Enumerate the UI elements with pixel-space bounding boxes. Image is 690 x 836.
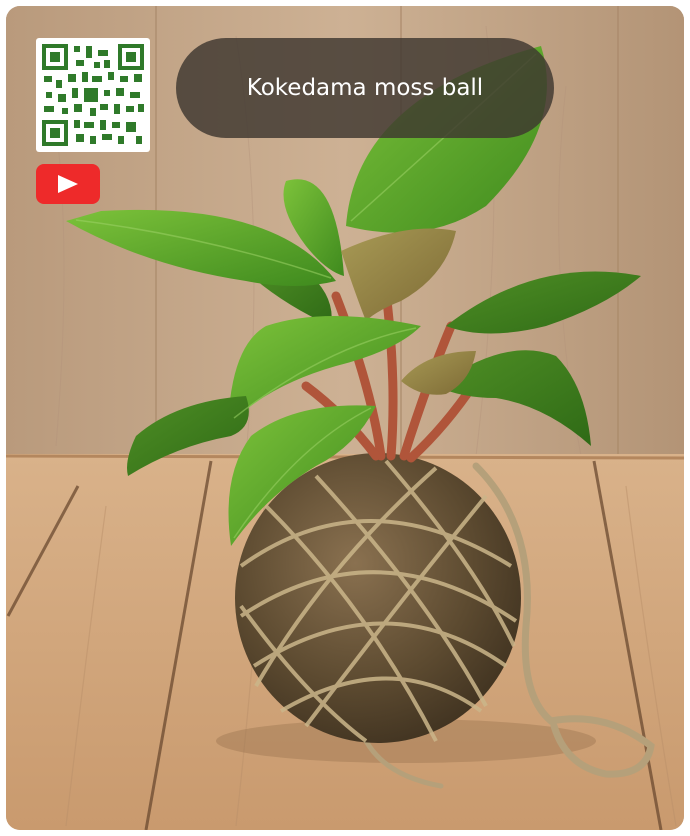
title-overlay: Kokedama moss ball (176, 38, 554, 138)
youtube-play-icon[interactable] (36, 164, 100, 204)
product-title: Kokedama moss ball (246, 74, 484, 101)
qr-code-icon[interactable] (36, 38, 150, 152)
product-card: Kokedama moss ball (6, 6, 684, 830)
